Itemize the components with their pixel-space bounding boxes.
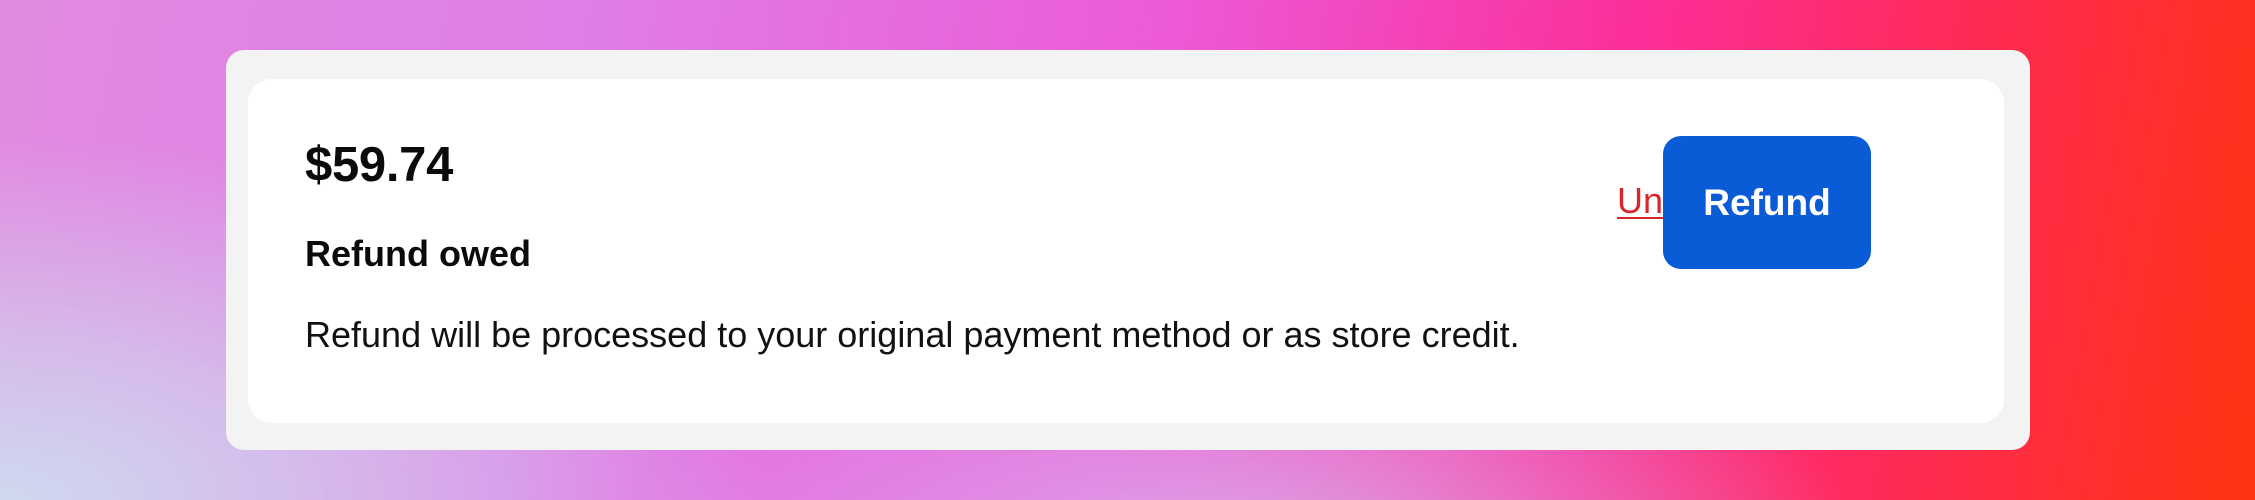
refund-description: Refund will be processed to your origina… xyxy=(305,314,1520,355)
refund-status-label: Refund owed xyxy=(305,233,531,274)
refund-card: $59.74 Refund owed Refund will be proces… xyxy=(248,79,2004,423)
refund-amount: $59.74 xyxy=(305,138,454,192)
refund-button[interactable]: Refund xyxy=(1663,136,1871,269)
refund-card-container: $59.74 Refund owed Refund will be proces… xyxy=(226,50,2030,450)
